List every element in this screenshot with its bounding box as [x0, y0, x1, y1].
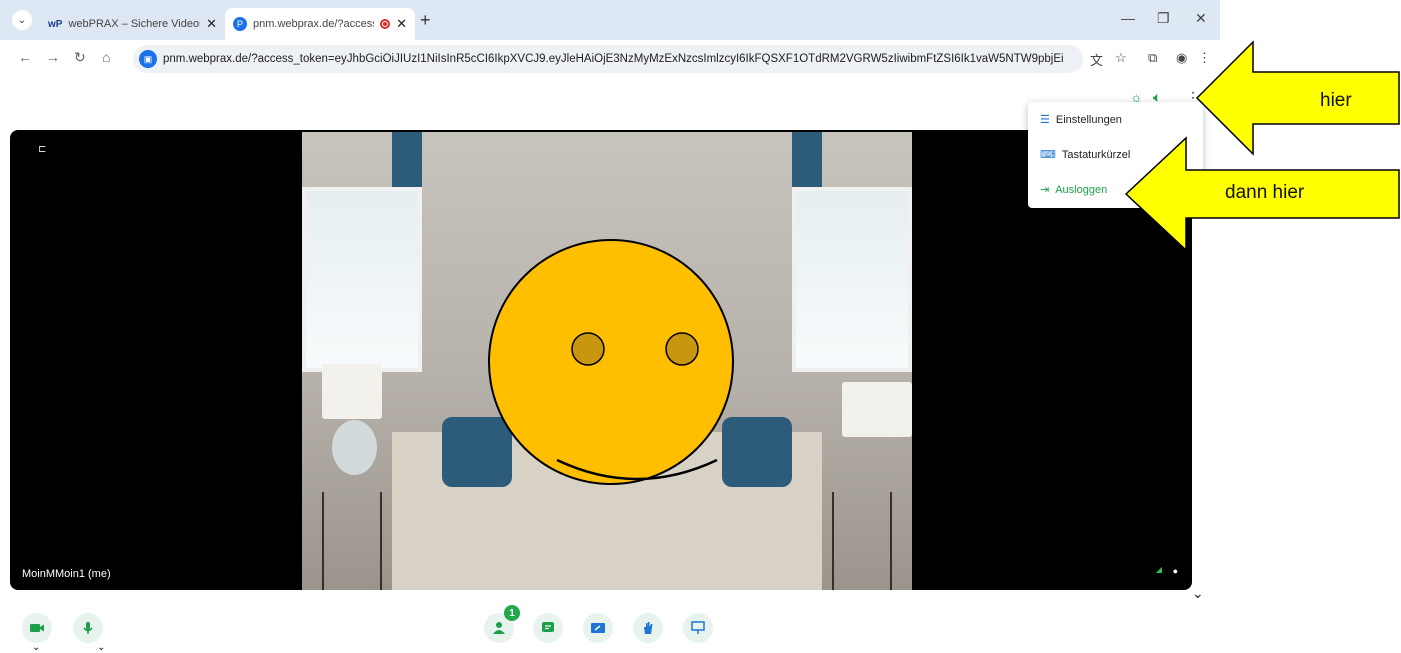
chevron-down-icon[interactable]: ⌄ [97, 642, 105, 653]
participants-icon [493, 622, 505, 634]
minimize-icon[interactable]: — [1121, 10, 1135, 26]
pnm-favicon-icon: P [233, 17, 247, 31]
raise-hand-button[interactable] [633, 613, 663, 643]
participants-button[interactable]: 1 [484, 605, 520, 643]
bookmark-star-icon[interactable]: ☆ [1115, 50, 1127, 66]
presentation-icon [691, 621, 705, 634]
pin-icon[interactable]: ⊏ [38, 144, 46, 155]
close-window-icon[interactable]: ✕ [1195, 10, 1207, 27]
camera-toggle-button[interactable]: ⌄ [22, 613, 52, 653]
chat-icon [542, 622, 554, 632]
recording-indicator-icon [380, 19, 391, 29]
address-bar[interactable]: ▣ pnm.webprax.de/?access_token=eyJhbGciO… [133, 45, 1083, 73]
connection-quality-icon: ◢ [1155, 565, 1162, 574]
menu-item-label: Tastaturkürzel [1061, 148, 1131, 161]
menu-item-label: Einstellungen [1055, 113, 1122, 126]
tab-webprax[interactable]: wP webPRAX – Sichere Videosprec ✕ [40, 8, 225, 40]
annotation-label-dann-hier: dann hier [1225, 182, 1305, 203]
menu-item-label: Ausloggen [1055, 183, 1108, 196]
sliders-icon: ☰ [1040, 114, 1050, 126]
video-camera-icon [30, 624, 44, 632]
keyboard-icon: ⌨ [1040, 149, 1056, 161]
tab-strip: ⌄ wP webPRAX – Sichere Videosprec ✕ P pn… [0, 0, 1220, 40]
restore-window-icon[interactable]: ❐ [1157, 10, 1170, 27]
screen-share-button[interactable] [583, 613, 613, 643]
menu-item-einstellungen[interactable]: ☰ Einstellungen [1040, 113, 1122, 127]
profile-icon[interactable]: ◉ [1176, 50, 1187, 66]
mic-toggle-button[interactable]: ⌄ [73, 613, 105, 653]
menu-item-tastaturkuerzel[interactable]: ⌨ Tastaturkürzel [1040, 148, 1131, 162]
participant-name-label: MoinMMoin1 (me) [22, 568, 111, 580]
participants-count-badge: 1 [504, 605, 520, 621]
tab-title: pnm.webprax.de/?access_to [253, 18, 374, 30]
mic-status-icon: ● [1172, 566, 1178, 576]
extensions-icon[interactable]: ⧉ [1148, 50, 1157, 66]
tab-title: webPRAX – Sichere Videosprec [68, 18, 200, 30]
menu-item-ausloggen[interactable]: ⇥ Ausloggen [1040, 183, 1108, 197]
expand-chevron-icon[interactable]: ⌄ [1192, 585, 1204, 602]
screen-share-icon [591, 623, 605, 633]
annotation-label-hier: hier [1320, 90, 1352, 111]
url-text: pnm.webprax.de/?access_token=eyJhbGciOiJ… [163, 53, 1063, 65]
new-tab-button[interactable]: + [420, 10, 431, 31]
forward-icon[interactable]: → [46, 49, 60, 65]
chat-button[interactable] [533, 613, 563, 643]
hand-icon [644, 622, 653, 634]
webprax-favicon-icon: wP [48, 18, 63, 30]
logout-icon: ⇥ [1040, 184, 1050, 196]
site-info-icon[interactable]: ▣ [139, 50, 157, 68]
back-icon[interactable]: ← [18, 49, 32, 65]
whiteboard-button[interactable] [683, 613, 713, 643]
chevron-down-icon[interactable]: ⌄ [32, 642, 40, 653]
browser-toolbar: ← → ↻ ⌂ ▣ pnm.webprax.de/?access_token=e… [0, 40, 1220, 76]
tab-search-dropdown-icon[interactable]: ⌄ [12, 10, 32, 30]
close-tab-icon[interactable]: ✕ [396, 16, 407, 32]
close-tab-icon[interactable]: ✕ [206, 16, 217, 32]
reload-icon[interactable]: ↻ [74, 49, 86, 66]
tab-pnm-active[interactable]: P pnm.webprax.de/?access_to ✕ [225, 8, 415, 40]
translate-icon[interactable]: 文 [1090, 50, 1103, 69]
microphone-icon [83, 622, 93, 634]
smiley-face-overlay [488, 239, 734, 485]
home-icon[interactable]: ⌂ [102, 49, 110, 65]
